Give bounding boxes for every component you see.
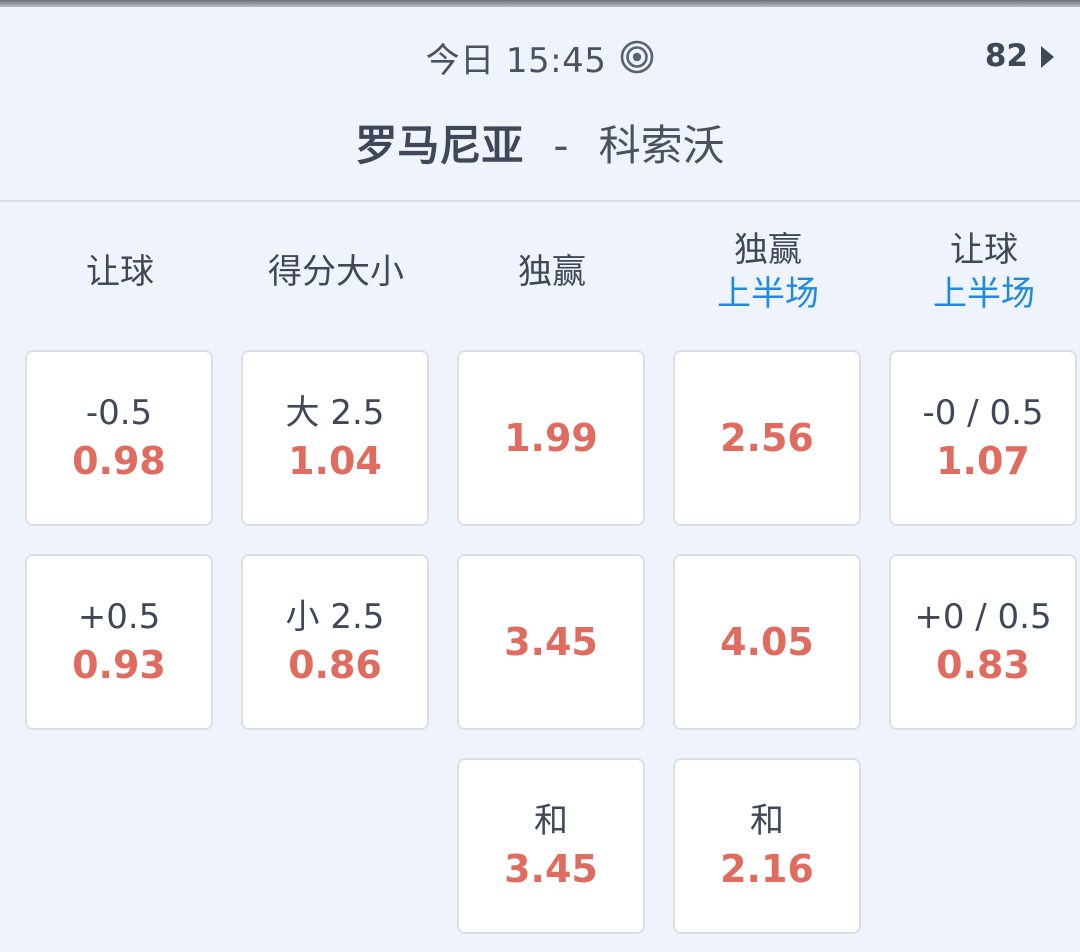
column-header-handicap-1h: 让球 上半场 [889, 222, 1079, 322]
odds-value: 3.45 [504, 620, 598, 664]
chevron-right-icon[interactable] [1041, 46, 1054, 68]
column-header-handicap: 让球 [25, 222, 215, 322]
odds-value: 1.07 [936, 439, 1030, 483]
odds-value: 0.86 [288, 643, 382, 687]
odds-value: 3.45 [504, 847, 598, 891]
odds-cell-moneyline-draw[interactable]: 和 3.45 [457, 758, 645, 934]
odds-cell-handicap-home[interactable]: -0.5 0.98 [25, 350, 213, 526]
odds-line: 和 [750, 801, 784, 841]
match-teams: 罗马尼亚 - 科索沃 [0, 112, 1080, 173]
odds-line: 大 2.5 [285, 393, 385, 433]
odds-line: 和 [534, 801, 568, 841]
header-divider [0, 200, 1080, 202]
odds-line: -0 / 0.5 [922, 393, 1044, 433]
odds-line: -0.5 [85, 393, 153, 433]
odds-line: 小 2.5 [285, 597, 385, 637]
column-header-total: 得分大小 [241, 222, 431, 322]
column-title: 让球 [950, 230, 1018, 270]
odds-value: 1.04 [288, 439, 382, 483]
odds-cell-handicap-1h-away[interactable]: +0 / 0.5 0.83 [889, 554, 1077, 730]
odds-cell-moneyline-home[interactable]: 1.99 [457, 350, 645, 526]
odds-line: +0 / 0.5 [914, 597, 1052, 637]
match-time-row: 今日 15:45 [0, 34, 1080, 81]
odds-cell-total-under[interactable]: 小 2.5 0.86 [241, 554, 429, 730]
odds-value: 1.99 [504, 416, 598, 460]
odds-value: 0.83 [936, 643, 1030, 687]
odds-value: 0.93 [72, 643, 166, 687]
more-markets-count[interactable]: 82 [985, 38, 1028, 74]
column-title: 独赢 [734, 230, 802, 270]
column-header-moneyline-1h: 独赢 上半场 [673, 222, 863, 322]
column-title: 得分大小 [268, 252, 404, 292]
odds-value: 2.56 [720, 416, 814, 460]
column-header-moneyline: 独赢 [457, 222, 647, 322]
odds-cell-handicap-1h-home[interactable]: -0 / 0.5 1.07 [889, 350, 1077, 526]
home-team: 罗马尼亚 [355, 121, 524, 170]
column-title: 让球 [86, 252, 154, 292]
column-subtitle: 上半场 [717, 274, 819, 314]
team-separator: - [553, 121, 569, 170]
radar-live-icon[interactable] [620, 40, 654, 74]
odds-cell-moneyline-1h-home[interactable]: 2.56 [673, 350, 861, 526]
column-title: 独赢 [518, 252, 586, 292]
odds-cell-total-over[interactable]: 大 2.5 1.04 [241, 350, 429, 526]
odds-cell-moneyline-1h-draw[interactable]: 和 2.16 [673, 758, 861, 934]
odds-line: +0.5 [77, 597, 161, 637]
match-time: 今日 15:45 [425, 40, 607, 81]
column-subtitle: 上半场 [933, 274, 1035, 314]
away-team: 科索沃 [598, 121, 725, 170]
odds-cell-handicap-away[interactable]: +0.5 0.93 [25, 554, 213, 730]
odds-value: 2.16 [720, 847, 814, 891]
odds-value: 4.05 [720, 620, 814, 664]
odds-cell-moneyline-1h-away[interactable]: 4.05 [673, 554, 861, 730]
odds-cell-moneyline-away[interactable]: 3.45 [457, 554, 645, 730]
match-header: 今日 15:45 82 罗马尼亚 - 科索沃 [0, 0, 1080, 200]
odds-value: 0.98 [72, 439, 166, 483]
